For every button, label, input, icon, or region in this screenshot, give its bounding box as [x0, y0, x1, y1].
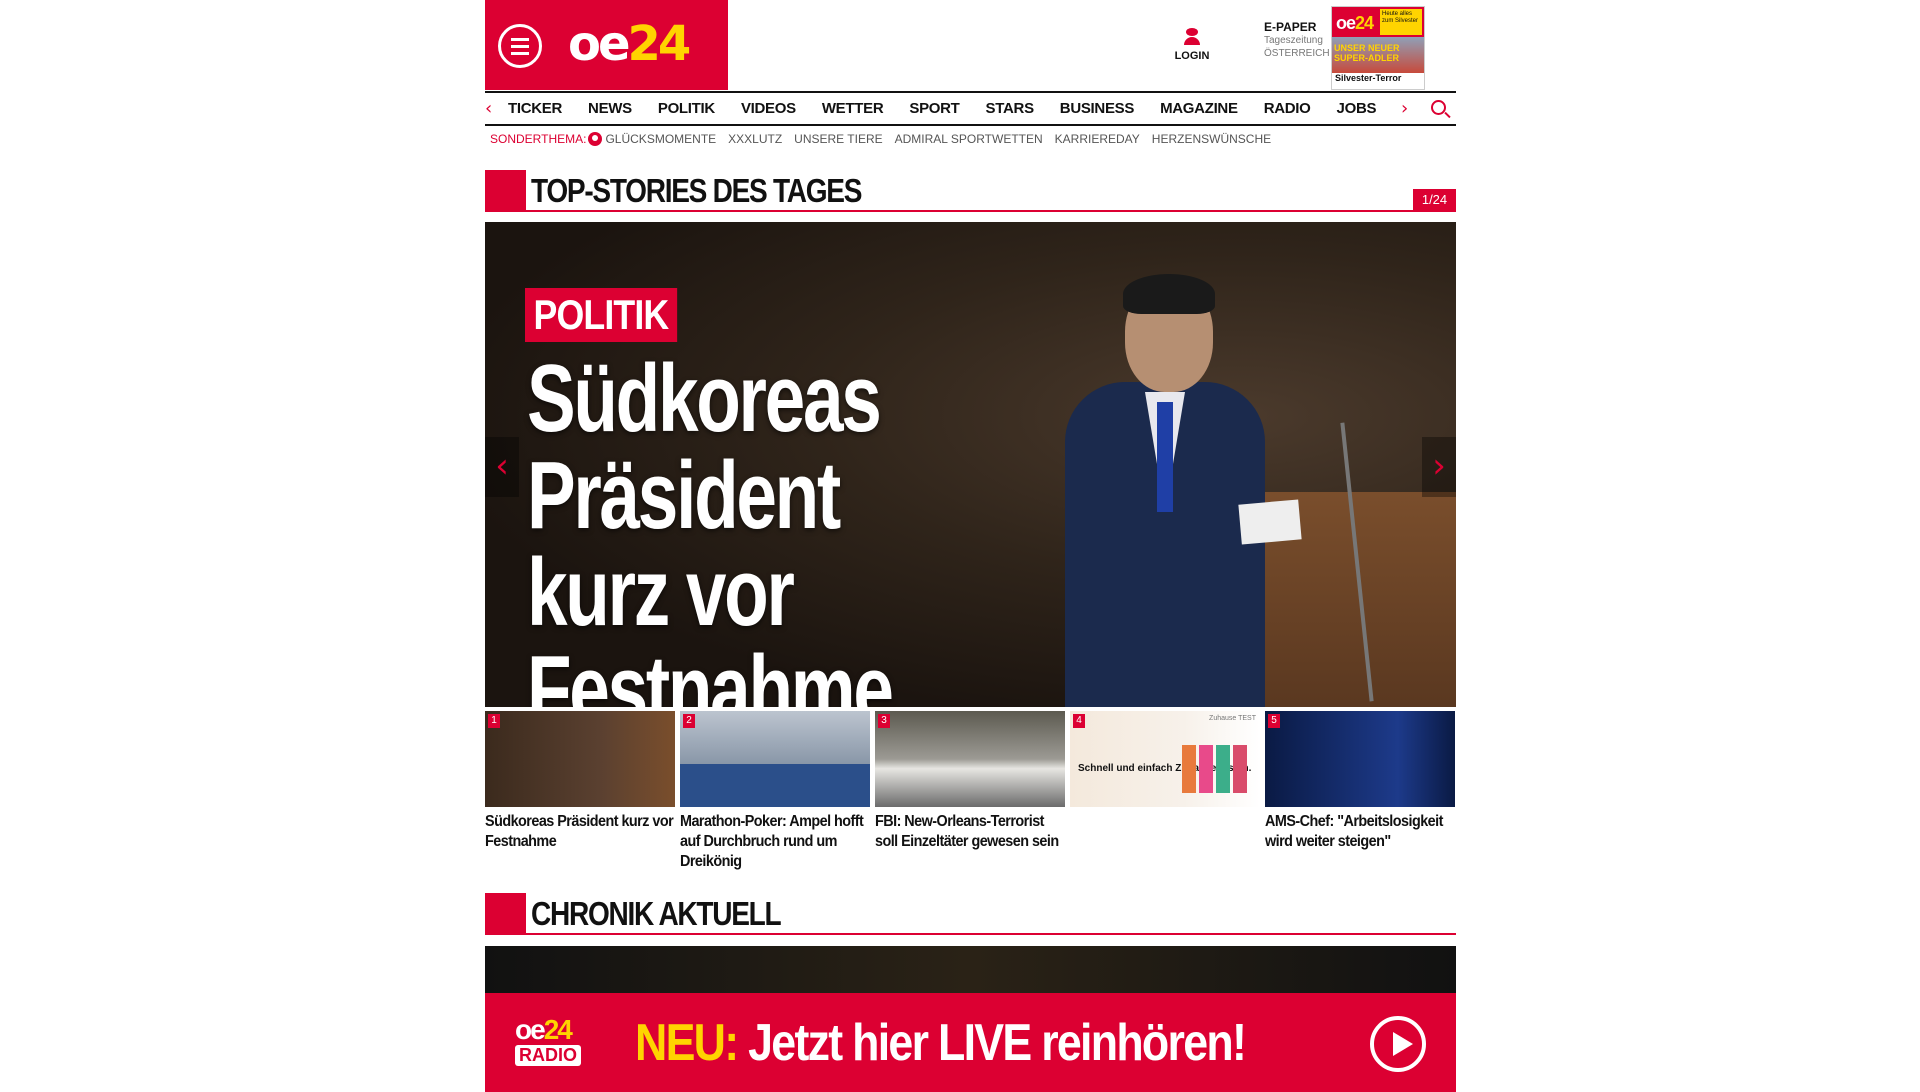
- nav-item-jobs[interactable]: JOBS: [1337, 100, 1377, 117]
- section-marker: [485, 170, 526, 212]
- thumb-caption: Marathon-Poker: Ampel hofft auf Durchbru…: [680, 813, 864, 870]
- thumb-story-5[interactable]: 5 AMS-Chef: "Arbeitslosigkeit wird weite…: [1265, 711, 1455, 872]
- cover-footer: Silvester-Terror: [1332, 73, 1424, 89]
- cover-logo-part2: 24: [1355, 13, 1374, 33]
- epaper-line1: Tageszeitung: [1264, 35, 1323, 46]
- nav-item-ticker[interactable]: TICKER: [508, 100, 562, 117]
- search-icon[interactable]: [1431, 100, 1446, 115]
- logo-area: oe24: [485, 0, 728, 90]
- story-thumbnails: 1 Südkoreas Präsident kurz vor Festnahme…: [485, 711, 1456, 872]
- nav-item-stars[interactable]: STARS: [986, 100, 1035, 117]
- thumb-number: 1: [488, 714, 500, 728]
- top-stories-heading: TOP-STORIES DES TAGES: [485, 170, 1456, 212]
- top-stories-title: TOP-STORIES DES TAGES: [531, 172, 862, 209]
- nav-item-business[interactable]: BUSINESS: [1060, 100, 1135, 117]
- user-icon: [1186, 28, 1198, 36]
- chronik-image[interactable]: [485, 946, 1456, 996]
- cover-side-text: Heute alles zum Silvester: [1380, 9, 1422, 35]
- nav-item-radio[interactable]: RADIO: [1264, 100, 1311, 117]
- play-icon[interactable]: [1370, 1016, 1426, 1072]
- thumb-story-1[interactable]: 1 Südkoreas Präsident kurz vor Festnahme: [485, 711, 675, 872]
- speech-paper: [1238, 499, 1302, 545]
- nav-item-wetter[interactable]: WETTER: [822, 100, 884, 117]
- radio-logo-bottom: RADIO: [515, 1045, 581, 1066]
- thumb-caption: FBI: New-Orleans-Terrorist soll Einzeltä…: [875, 813, 1059, 850]
- section-underline: [526, 933, 1456, 935]
- nav-item-videos[interactable]: VIDEOS: [741, 100, 796, 117]
- thumb-ad-image: 4 Zuhause TEST Schnell und einfach Zuhau…: [1070, 711, 1260, 807]
- radio-logo: oe24 RADIO: [515, 1015, 605, 1066]
- sub-nav: SONDERTHEMA: GLÜCKSMOMENTE XXXLUTZ UNSER…: [490, 130, 1283, 148]
- login-label: LOGIN: [1174, 50, 1210, 62]
- logo-part1: oe: [568, 16, 631, 72]
- radio-banner-text: NEU: Jetzt hier LIVE reinhören!: [635, 1013, 1247, 1073]
- thumb-ad-4[interactable]: 4 Zuhause TEST Schnell und einfach Zuhau…: [1070, 711, 1260, 872]
- nav-items: TICKER NEWS POLITIK VIDEOS WETTER SPORT …: [508, 100, 1402, 117]
- subnav-item-herzenswuensche[interactable]: HERZENSWÜNSCHE: [1152, 132, 1271, 146]
- epaper-line2: ÖSTERREICH: [1264, 48, 1330, 59]
- nav-item-news[interactable]: NEWS: [588, 100, 632, 117]
- thumb-image: 2: [680, 711, 870, 807]
- page: oe24 LOGIN E-PAPER Tageszeitung ÖSTERREI…: [485, 0, 1456, 1092]
- subnav-item-unsere-tiere[interactable]: UNSERE TIERE: [794, 132, 882, 146]
- thumb-image: 3: [875, 711, 1065, 807]
- section-marker: [485, 893, 526, 935]
- hero-story[interactable]: ‹ › POLITIK Südkoreas Präsident kurz vor…: [485, 222, 1456, 707]
- nav-prev-arrow[interactable]: ‹: [485, 98, 492, 119]
- hero-prev-arrow[interactable]: ‹: [485, 437, 519, 497]
- thumb-caption: Südkoreas Präsident kurz vor Festnahme: [485, 813, 674, 850]
- thumb-number: 4: [1073, 714, 1085, 728]
- hero-next-arrow[interactable]: ›: [1422, 437, 1456, 497]
- logo-part2: 24: [627, 16, 692, 72]
- nav-next-arrow[interactable]: ›: [1401, 98, 1408, 119]
- epaper-title: E-PAPER: [1264, 20, 1317, 34]
- nav-item-magazine[interactable]: MAGAZINE: [1160, 100, 1238, 117]
- chronik-title: CHRONIK AKTUELL: [531, 895, 782, 932]
- subnav-item-gluecksmomente[interactable]: GLÜCKSMOMENTE: [605, 132, 716, 146]
- thumb-image: 5: [1265, 711, 1455, 807]
- radio-logo-part1: oe: [515, 1014, 546, 1045]
- cover-image: UNSER NEUER SUPER-ADLER: [1332, 37, 1424, 73]
- menu-icon[interactable]: [498, 24, 542, 68]
- cover-head: oe24 Heute alles zum Silvester: [1332, 7, 1424, 37]
- hero-category-tag[interactable]: POLITIK: [525, 288, 677, 342]
- slide-counter: 1/24: [1413, 189, 1456, 211]
- subnav-item-karriereday[interactable]: KARRIEREDAY: [1055, 132, 1140, 146]
- sonderthema-label: SONDERTHEMA:: [490, 132, 587, 146]
- login-button[interactable]: LOGIN: [1167, 28, 1217, 62]
- hero-headline[interactable]: Südkoreas Präsident kurz vor Festnahme: [527, 350, 953, 707]
- thumb-story-3[interactable]: 3 FBI: New-Orleans-Terrorist soll Einzel…: [875, 711, 1065, 872]
- subnav-item-xxxlutz[interactable]: XXXLUTZ: [728, 132, 782, 146]
- subnav-item-admiral[interactable]: ADMIRAL SPORTWETTEN: [895, 132, 1043, 146]
- main-nav: ‹ TICKER NEWS POLITIK VIDEOS WETTER SPOR…: [485, 91, 1456, 126]
- epaper-link[interactable]: E-PAPER Tageszeitung ÖSTERREICH: [1264, 20, 1334, 60]
- radio-banner[interactable]: oe24 RADIO NEU: Jetzt hier LIVE reinhöre…: [485, 993, 1456, 1092]
- thumb-caption: AMS-Chef: "Arbeitslosigkeit wird weiter …: [1265, 813, 1443, 850]
- thumb-number: 3: [878, 714, 890, 728]
- ad-brand: Zuhause TEST: [1209, 715, 1256, 722]
- thumb-number: 5: [1268, 714, 1280, 728]
- epaper-cover[interactable]: oe24 Heute alles zum Silvester UNSER NEU…: [1331, 6, 1425, 90]
- ad-product-boxes: [1182, 745, 1247, 793]
- chronik-heading: CHRONIK AKTUELL: [485, 893, 1456, 935]
- user-icon-body: [1184, 37, 1200, 45]
- nav-item-politik[interactable]: POLITIK: [658, 100, 715, 117]
- section-underline: [526, 210, 1456, 212]
- radio-neu-label: NEU:: [635, 1014, 739, 1072]
- oe24-logo[interactable]: oe24: [568, 16, 692, 72]
- radio-logo-part2: 24: [543, 1014, 573, 1045]
- thumb-image: 1: [485, 711, 675, 807]
- radio-cta-text: Jetzt hier LIVE reinhören!: [748, 1014, 1247, 1072]
- nav-item-sport[interactable]: SPORT: [909, 100, 959, 117]
- radio-logo-top: oe24: [515, 1015, 605, 1045]
- cover-headline: UNSER NEUER SUPER-ADLER: [1334, 43, 1400, 63]
- thumb-number: 2: [683, 714, 695, 728]
- cover-logo: oe24: [1336, 13, 1374, 34]
- gluecksmomente-icon: [588, 132, 603, 146]
- speaker-figure: [1065, 252, 1265, 707]
- thumb-story-2[interactable]: 2 Marathon-Poker: Ampel hofft auf Durchb…: [680, 711, 870, 872]
- cover-logo-part1: oe: [1336, 13, 1356, 33]
